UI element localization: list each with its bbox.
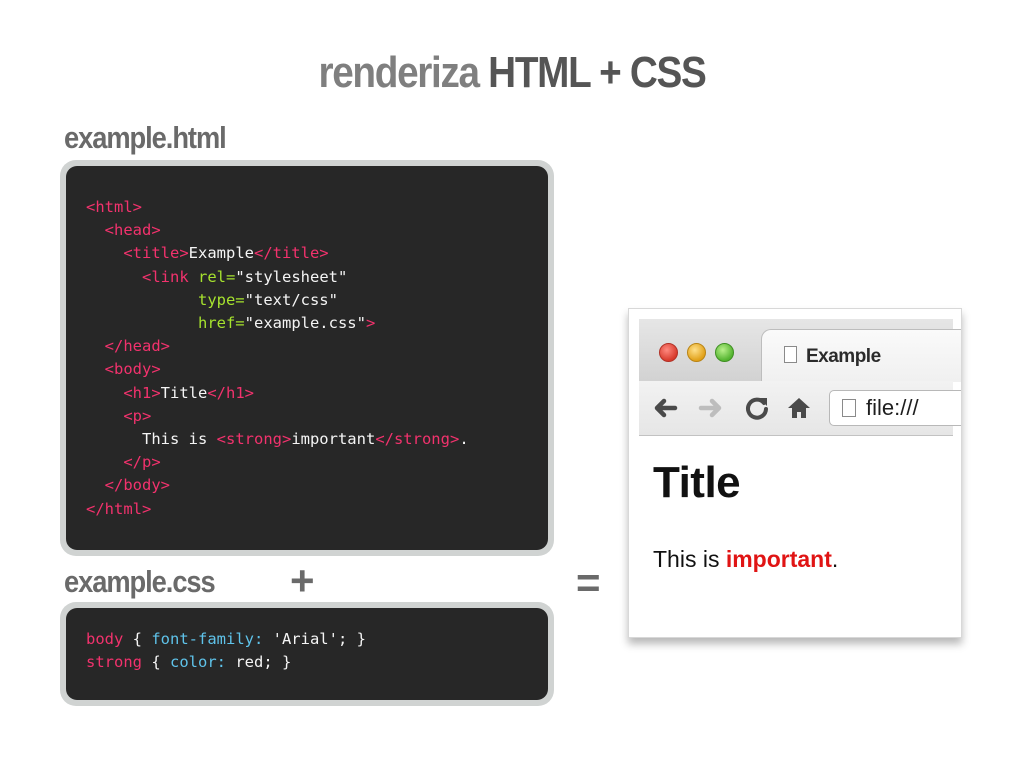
code-token: . bbox=[459, 430, 469, 449]
rendered-text: This is bbox=[653, 546, 726, 572]
reload-icon[interactable] bbox=[743, 394, 771, 422]
code-token: This is bbox=[142, 430, 217, 449]
slide-title-verb: renderiza bbox=[318, 48, 480, 97]
slide-title: renderiza HTML + CSS bbox=[61, 48, 962, 98]
forward-arrow-icon[interactable] bbox=[697, 394, 725, 422]
minimize-window-button[interactable] bbox=[687, 343, 706, 362]
home-icon[interactable] bbox=[785, 394, 813, 422]
address-bar-url: file:/// bbox=[866, 395, 919, 420]
plus-sign: + bbox=[290, 557, 315, 604]
css-code-box: body { font-family: 'Arial'; } strong { … bbox=[66, 608, 548, 700]
code-token: </strong> bbox=[375, 430, 460, 449]
maximize-window-button[interactable] bbox=[715, 343, 734, 362]
browser-tab[interactable]: Example bbox=[761, 329, 961, 382]
code-token: </head> bbox=[104, 337, 170, 356]
code-token: > bbox=[365, 314, 376, 333]
code-token: "example.css" bbox=[244, 314, 366, 333]
code-token: <html> bbox=[86, 198, 142, 216]
rendered-paragraph: This is important. bbox=[653, 546, 838, 573]
html-file-label: example.html bbox=[64, 120, 227, 155]
back-arrow-icon[interactable] bbox=[651, 394, 679, 422]
code-token: Title bbox=[160, 383, 208, 402]
code-token: </title> bbox=[253, 244, 329, 263]
rendered-strong: important bbox=[725, 546, 832, 572]
browser-toolbar: file:/// bbox=[639, 381, 961, 436]
close-window-button[interactable] bbox=[659, 343, 678, 362]
code-token: { bbox=[123, 630, 152, 648]
html-code-panel: <html> <head> <title>Example</title> <li… bbox=[60, 160, 554, 556]
code-token: "text/css" bbox=[244, 290, 338, 309]
code-token: strong bbox=[86, 653, 142, 672]
code-token: { bbox=[142, 653, 170, 672]
css-file-label: example.css bbox=[64, 564, 216, 599]
code-token: "stylesheet" bbox=[235, 267, 348, 286]
code-token: <p> bbox=[123, 406, 152, 425]
equals-sign: = bbox=[576, 559, 601, 606]
code-token: color: bbox=[170, 653, 226, 672]
browser-window: Example file:/// Title This is important… bbox=[628, 308, 962, 638]
address-bar[interactable]: file:/// bbox=[829, 390, 961, 426]
browser-tab-bar: Example bbox=[639, 319, 961, 382]
code-token: 'Arial'; } bbox=[263, 630, 366, 648]
code-token: </p> bbox=[123, 453, 161, 472]
page-icon bbox=[842, 399, 856, 417]
code-token: <head> bbox=[104, 221, 161, 240]
rendered-heading: Title bbox=[653, 458, 741, 507]
css-code-panel: body { font-family: 'Arial'; } strong { … bbox=[60, 602, 554, 706]
code-token: important bbox=[291, 430, 376, 449]
slide-title-subject: HTML + CSS bbox=[488, 48, 707, 97]
code-token: <title> bbox=[123, 244, 189, 263]
code-token: body bbox=[86, 630, 124, 648]
html-code: <html> <head> <title>Example</title> <li… bbox=[86, 196, 469, 521]
code-token: Example bbox=[188, 244, 254, 263]
code-token: <link bbox=[142, 267, 189, 286]
code-token: red; } bbox=[226, 653, 292, 672]
code-token: <h1> bbox=[123, 383, 161, 402]
code-token: <strong> bbox=[216, 430, 292, 449]
css-code: body { font-family: 'Arial'; } strong { … bbox=[86, 628, 366, 674]
tab-title: Example bbox=[806, 346, 881, 367]
browser-viewport: Title This is important. bbox=[639, 436, 953, 626]
code-token: font-family: bbox=[151, 630, 264, 648]
code-token: <body> bbox=[104, 360, 161, 379]
code-token: type= bbox=[197, 290, 245, 309]
html-code-box: <html> <head> <title>Example</title> <li… bbox=[66, 166, 548, 550]
code-token: </h1> bbox=[207, 383, 254, 402]
code-token: rel= bbox=[198, 267, 236, 286]
code-token: </html> bbox=[86, 499, 152, 518]
code-token: href= bbox=[197, 314, 245, 333]
code-token: </body> bbox=[104, 476, 170, 495]
rendered-text: . bbox=[831, 546, 839, 572]
page-icon bbox=[784, 346, 797, 363]
